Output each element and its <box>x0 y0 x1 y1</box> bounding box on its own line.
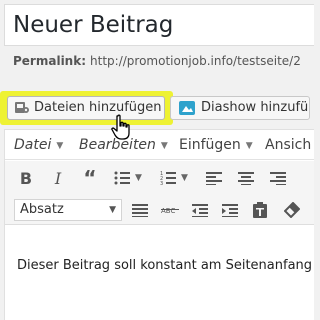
post-title-text: Neuer Beitrag <box>13 12 174 38</box>
permalink-url[interactable]: http://promotionjob.info/testseite/2 <box>90 54 301 68</box>
chevron-down-icon: ▼ <box>56 141 64 151</box>
chevron-down-icon: ▼ <box>160 141 168 151</box>
outdent-icon[interactable] <box>189 199 211 221</box>
chevron-down-icon[interactable]: ▼ <box>135 173 142 183</box>
menu-view[interactable]: Ansich <box>265 136 311 154</box>
editor-content[interactable]: Dieser Beitrag soll konstant am Seitenan… <box>17 258 312 274</box>
bold-icon[interactable]: B <box>15 167 37 189</box>
blockquote-icon[interactable]: “ <box>79 166 101 190</box>
post-editor: Datei ▼ Bearbeiten ▼ Einfügen ▼ Ansich B I … <box>4 129 314 320</box>
post-title-input[interactable]: Neuer Beitrag <box>4 4 314 46</box>
svg-text:3: 3 <box>160 181 163 185</box>
format-select[interactable]: Absatz ▼ <box>14 199 122 221</box>
align-right-icon[interactable] <box>267 167 289 189</box>
media-icon <box>15 102 29 113</box>
indent-icon[interactable] <box>219 199 241 221</box>
editor-toolbar: B I “ ▼ 123 ▼ Absatz ▼ ABC <box>5 161 314 225</box>
italic-icon[interactable]: I <box>47 167 69 189</box>
align-center-icon[interactable] <box>235 167 257 189</box>
paste-text-icon[interactable] <box>249 199 271 221</box>
chevron-down-icon: ▼ <box>245 141 253 151</box>
editor-menubar: Datei ▼ Bearbeiten ▼ Einfügen ▼ Ansich <box>5 130 314 160</box>
add-media-label: Dateien hinzufügen <box>34 100 162 115</box>
svg-text:ABC: ABC <box>161 207 175 215</box>
justify-icon[interactable] <box>129 199 151 221</box>
hand-cursor-icon <box>111 114 130 140</box>
slideshow-icon <box>179 101 195 115</box>
align-left-icon[interactable] <box>203 167 225 189</box>
add-media-button[interactable]: Dateien hinzufügen <box>7 96 165 120</box>
bullet-list-icon[interactable] <box>111 167 133 189</box>
add-slideshow-label: Diashow hinzufü <box>201 100 309 115</box>
permalink-row: Permalink: http://promotionjob.info/tests… <box>13 54 301 68</box>
permalink-label: Permalink: <box>13 54 87 68</box>
strikethrough-icon[interactable]: ABC <box>159 199 181 221</box>
menu-file[interactable]: Datei ▼ <box>14 136 63 155</box>
chevron-down-icon[interactable]: ▼ <box>181 173 188 183</box>
eraser-icon[interactable] <box>281 199 303 221</box>
menu-insert[interactable]: Einfügen ▼ <box>179 136 253 155</box>
add-slideshow-button[interactable]: Diashow hinzufü <box>170 96 310 120</box>
format-select-value: Absatz <box>20 202 64 217</box>
chevron-down-icon: ▼ <box>109 205 116 215</box>
numbered-list-icon[interactable]: 123 <box>157 167 179 189</box>
